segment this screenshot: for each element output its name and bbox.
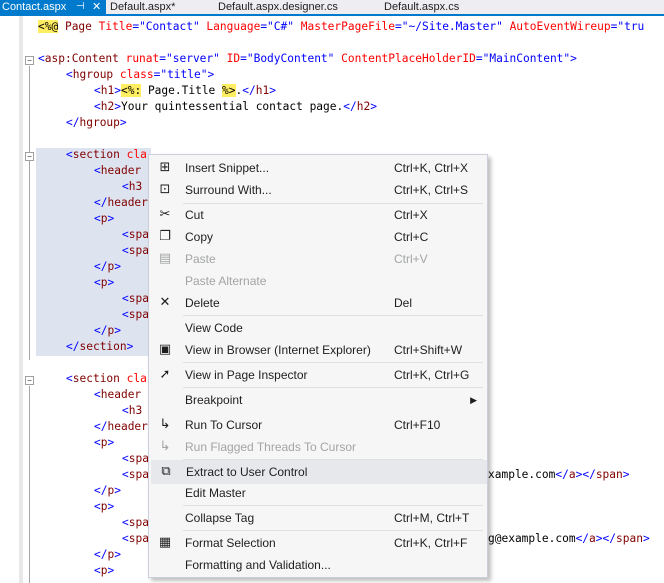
paste-icon: ▤	[158, 251, 172, 266]
code-line: <asp:Content runat="server" ID="BodyCont…	[38, 52, 577, 65]
code-line: </p>	[94, 484, 121, 497]
code-line: <section cla	[66, 372, 147, 385]
menu-separator	[183, 362, 483, 363]
menu-item-breakpoint[interactable]: Breakpoint ▶	[151, 389, 485, 411]
tab-default-aspx[interactable]: Default.aspx*	[110, 0, 175, 14]
code-line: <p>	[94, 564, 115, 577]
tab-default-aspx-cs[interactable]: Default.aspx.cs	[384, 0, 459, 14]
code-line: <section cla	[66, 148, 147, 161]
code-line: </header	[94, 420, 148, 433]
close-icon[interactable]: ✕	[92, 0, 101, 14]
menu-item-extract-to-user-control[interactable]: ⧉ Extract to User Control	[151, 460, 487, 484]
copy-icon: ❐	[159, 229, 171, 244]
fold-toggle[interactable]: −	[25, 152, 34, 161]
menu-item-collapse-tag[interactable]: Collapse Tag Ctrl+M, Ctrl+T	[151, 507, 485, 529]
menu-separator	[183, 315, 483, 316]
code-line: <spa	[122, 516, 149, 529]
code-line: </section>	[66, 340, 134, 353]
code-line: <p>	[94, 436, 115, 449]
menu-item-cut[interactable]: ✂ Cut Ctrl+X	[151, 204, 485, 226]
code-line: <h1><%: Page.Title %>.</h1>	[94, 84, 276, 97]
change-tracking-bar	[19, 16, 23, 583]
tab-label: Contact.aspx	[2, 1, 67, 13]
menu-item-copy[interactable]: ❐ Copy Ctrl+C	[151, 226, 485, 248]
menu-separator	[183, 387, 483, 388]
code-line: <h3	[122, 404, 143, 417]
menu-separator	[183, 505, 483, 506]
menu-item-edit-master[interactable]: Edit Master	[151, 482, 485, 504]
menu-item-surround-with[interactable]: ⊡ Surround With... Ctrl+K, Ctrl+S	[151, 179, 485, 201]
code-line: <p>	[94, 276, 115, 289]
fold-guide	[29, 66, 30, 360]
run-flagged-threads-icon: ↳	[159, 439, 171, 454]
code-line: </hgroup>	[66, 116, 127, 129]
tab-default-aspx-designer-cs[interactable]: Default.aspx.designer.cs	[218, 0, 338, 14]
code-line: </p>	[94, 260, 121, 273]
code-line: <%@ Page Title="Contact" Language="C#" M…	[38, 20, 645, 33]
code-line: <header	[94, 388, 142, 401]
menu-item-view-in-browser[interactable]: ▣ View in Browser (Internet Explorer) Ct…	[151, 339, 485, 361]
code-line: <h3	[122, 180, 143, 193]
code-line: <spa	[122, 468, 149, 481]
code-line: <p>	[94, 500, 115, 513]
code-line: <spa	[122, 244, 149, 257]
menu-item-paste[interactable]: ▤ Paste Ctrl+V	[151, 248, 485, 270]
code-line: </header	[94, 196, 148, 209]
menu-item-run-to-cursor[interactable]: ↳ Run To Cursor Ctrl+F10	[151, 414, 485, 436]
code-line: <spa	[122, 452, 149, 465]
menu-item-view-code[interactable]: View Code	[151, 317, 485, 339]
menu-item-delete[interactable]: ✕ Delete Del	[151, 292, 485, 314]
menu-item-formatting-and-validation[interactable]: Formatting and Validation...	[151, 554, 485, 576]
code-line: <spa	[122, 292, 149, 305]
format-selection-icon: ▦	[158, 535, 172, 550]
menu-item-run-flagged-threads[interactable]: ↳ Run Flagged Threads To Cursor	[151, 436, 485, 458]
code-line: </p>	[94, 548, 121, 561]
run-to-cursor-icon: ↳	[159, 417, 171, 432]
menu-item-insert-snippet[interactable]: ⊞ Insert Snippet... Ctrl+K, Ctrl+X	[151, 157, 485, 179]
code-line: <spa	[122, 228, 149, 241]
cursor-arrow-icon: ➚	[159, 367, 171, 382]
browser-icon: ▣	[158, 342, 172, 357]
menu-item-view-in-page-inspector[interactable]: ➚ View in Page Inspector Ctrl+K, Ctrl+G	[151, 364, 485, 386]
insert-snippet-icon: ⊞	[159, 160, 171, 175]
editor-gutter	[0, 16, 20, 583]
menu-separator	[183, 530, 483, 531]
code-line: <spa	[122, 532, 149, 545]
document-tab-strip: Contact.aspx ⊣ ✕ Default.aspx* Default.a…	[0, 0, 664, 16]
submenu-arrow-icon: ▶	[470, 395, 477, 405]
tab-contact-aspx[interactable]: Contact.aspx ⊣ ✕	[0, 0, 106, 14]
delete-x-icon: ✕	[159, 295, 171, 310]
fold-toggle[interactable]: −	[25, 56, 34, 65]
surround-with-icon: ⊡	[159, 182, 171, 197]
fold-toggle[interactable]: −	[25, 376, 34, 385]
code-line: <header	[94, 164, 142, 177]
pin-icon[interactable]: ⊣	[76, 0, 85, 14]
editor-context-menu: ⊞ Insert Snippet... Ctrl+K, Ctrl+X ⊡ Sur…	[148, 154, 488, 578]
fold-guide	[29, 386, 30, 583]
menu-item-format-selection[interactable]: ▦ Format Selection Ctrl+K, Ctrl+F	[151, 532, 485, 554]
code-line: </p>	[94, 324, 121, 337]
code-line: <hgroup class="title">	[66, 68, 215, 81]
code-line: <spa	[122, 308, 149, 321]
code-line-tail: g@example.com</a></span>	[488, 532, 650, 545]
menu-item-paste-alternate[interactable]: Paste Alternate	[151, 270, 485, 292]
code-line-tail: xample.com</a></span>	[488, 468, 630, 481]
extract-user-control-icon: ⧉	[161, 464, 171, 479]
code-line: <p>	[94, 212, 115, 225]
code-line: <h2>Your quintessential contact page.</h…	[94, 100, 377, 113]
scissors-icon: ✂	[159, 207, 171, 222]
